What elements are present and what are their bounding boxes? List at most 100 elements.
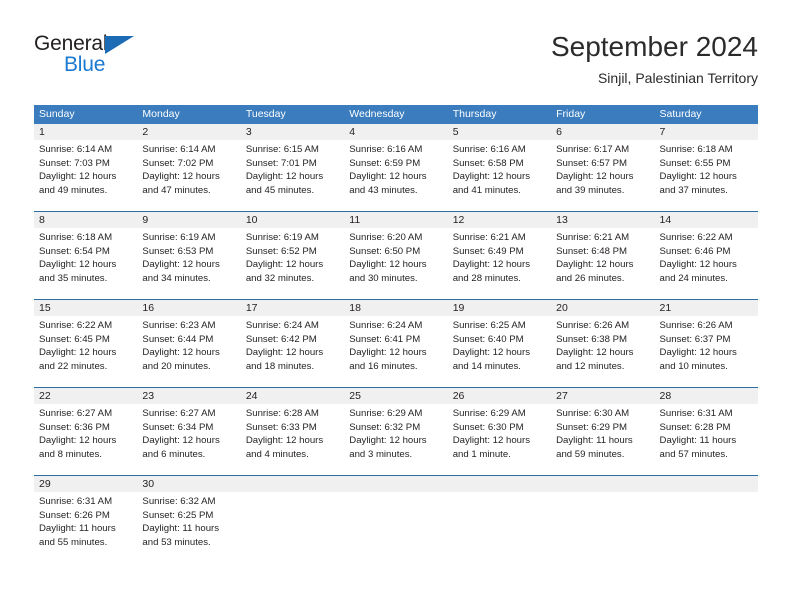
weekday-header-saturday: Saturday: [659, 108, 702, 120]
day-number: 24: [240, 388, 345, 404]
daylight-duration-line2: and 47 minutes.: [142, 184, 211, 196]
sunrise-time: Sunrise: 6:30 AM: [556, 408, 630, 419]
calendar-day-cell[interactable]: 30 Sunrise: 6:32 AM Sunset: 6:25 PM Dayligh…: [137, 476, 241, 563]
calendar-day-cell[interactable]: 10 Sunrise: 6:19 AM Sunset: 6:52 PM Dayligh…: [240, 212, 345, 299]
day-number: [654, 476, 758, 492]
day-number: 26: [447, 388, 552, 404]
day-details: Sunrise: 6:16 AM Sunset: 6:59 PM Daylight:…: [344, 140, 447, 211]
daylight-duration-line1: Daylight: 12 hours: [452, 171, 531, 182]
day-number: 18: [344, 300, 448, 316]
calendar-week-row: 8 Sunrise: 6:18 AM Sunset: 6:54 PM Daylight…: [34, 211, 758, 299]
day-number: 12: [447, 212, 552, 228]
day-number: 21: [654, 300, 758, 316]
day-number: 17: [240, 300, 345, 316]
calendar-day-cell[interactable]: 19 Sunrise: 6:25 AM Sunset: 6:40 PM Dayligh…: [447, 300, 552, 387]
day-number: 9: [137, 212, 241, 228]
daylight-duration-line2: and 59 minutes.: [556, 448, 625, 460]
calendar-day-cell[interactable]: 20 Sunrise: 6:26 AM Sunset: 6:38 PM Dayligh…: [551, 300, 655, 387]
sunrise-time: Sunrise: 6:24 AM: [245, 320, 319, 331]
page-subtitle: Sinjil, Palestinian Territory: [597, 70, 758, 86]
calendar-day-cell[interactable]: 11 Sunrise: 6:20 AM Sunset: 6:50 PM Dayligh…: [344, 212, 448, 299]
calendar-day-cell[interactable]: 4 Sunrise: 6:16 AM Sunset: 6:59 PM Daylight…: [344, 124, 448, 211]
calendar-day-cell[interactable]: 28 Sunrise: 6:31 AM Sunset: 6:28 PM Dayligh…: [654, 388, 758, 475]
day-number: 27: [551, 388, 655, 404]
calendar-day-cell[interactable]: 23 Sunrise: 6:27 AM Sunset: 6:34 PM Dayligh…: [137, 388, 241, 475]
calendar-day-cell[interactable]: 29 Sunrise: 6:31 AM Sunset: 6:26 PM Dayligh…: [34, 476, 138, 563]
sunset-time: Sunset: 6:50 PM: [349, 245, 421, 257]
day-details: Sunrise: 6:19 AM Sunset: 6:52 PM Daylight:…: [241, 228, 344, 299]
calendar-day-cell[interactable]: 3 Sunrise: 6:15 AM Sunset: 7:01 PM Daylight…: [240, 124, 345, 211]
day-number: 5: [447, 124, 552, 140]
day-details: Sunrise: 6:22 AM Sunset: 6:45 PM Daylight:…: [34, 316, 137, 387]
calendar-day-cell[interactable]: 17 Sunrise: 6:24 AM Sunset: 6:42 PM Dayligh…: [240, 300, 345, 387]
day-details: Sunrise: 6:31 AM Sunset: 6:26 PM Daylight:…: [34, 492, 137, 563]
day-number: 7: [654, 124, 758, 140]
day-details: Sunrise: 6:26 AM Sunset: 6:38 PM Daylight:…: [551, 316, 654, 387]
weekday-header-tuesday: Tuesday: [245, 108, 286, 120]
sunset-time: Sunset: 6:55 PM: [659, 157, 731, 169]
daylight-duration-line1: Daylight: 12 hours: [39, 259, 117, 270]
day-details: Sunrise: 6:19 AM Sunset: 6:53 PM Daylight:…: [137, 228, 240, 299]
logo-triangle-icon: [105, 36, 134, 54]
daylight-duration-line1: Daylight: 12 hours: [39, 435, 117, 446]
day-number: 23: [137, 388, 241, 404]
calendar-day-cell[interactable]: 2 Sunrise: 6:14 AM Sunset: 7:02 PM Daylight…: [137, 124, 241, 211]
day-details: Sunrise: 6:25 AM Sunset: 6:40 PM Daylight:…: [448, 316, 551, 387]
day-details: [551, 492, 654, 563]
sunset-time: Sunset: 7:03 PM: [39, 157, 110, 169]
day-number: 1: [34, 124, 138, 140]
daylight-duration-line2: and 55 minutes.: [39, 536, 108, 548]
daylight-duration-line2: and 28 minutes.: [452, 272, 521, 284]
sunset-time: Sunset: 6:30 PM: [452, 421, 524, 433]
day-details: Sunrise: 6:14 AM Sunset: 7:03 PM Daylight:…: [34, 140, 137, 211]
title-block: September 2024 Sinjil, Palestinian Terri…: [551, 30, 758, 88]
calendar-day-cell[interactable]: 16 Sunrise: 6:23 AM Sunset: 6:44 PM Dayligh…: [137, 300, 241, 387]
calendar-week-row: 22 Sunrise: 6:27 AM Sunset: 6:36 PM Dayligh…: [34, 387, 758, 475]
calendar-day-cell[interactable]: 8 Sunrise: 6:18 AM Sunset: 6:54 PM Daylight…: [34, 212, 138, 299]
calendar-day-cell[interactable]: 6 Sunrise: 6:17 AM Sunset: 6:57 PM Daylight…: [551, 124, 655, 211]
daylight-duration-line1: Daylight: 12 hours: [142, 347, 220, 358]
day-number: 19: [447, 300, 552, 316]
day-number: [551, 476, 655, 492]
calendar-day-cell[interactable]: 5 Sunrise: 6:16 AM Sunset: 6:58 PM Daylight…: [447, 124, 552, 211]
calendar-day-cell[interactable]: 9 Sunrise: 6:19 AM Sunset: 6:53 PM Daylight…: [137, 212, 241, 299]
day-details: [241, 492, 344, 563]
daylight-duration-line1: Daylight: 12 hours: [659, 347, 737, 358]
calendar-day-cell[interactable]: 13 Sunrise: 6:21 AM Sunset: 6:48 PM Dayligh…: [551, 212, 655, 299]
daylight-duration-line1: Daylight: 12 hours: [556, 347, 634, 358]
sunrise-time: Sunrise: 6:27 AM: [142, 408, 216, 419]
calendar-week-row: 15 Sunrise: 6:22 AM Sunset: 6:45 PM Dayligh…: [34, 299, 758, 387]
calendar-day-cell[interactable]: 21 Sunrise: 6:26 AM Sunset: 6:37 PM Dayligh…: [654, 300, 758, 387]
sunrise-time: Sunrise: 6:18 AM: [659, 144, 733, 155]
sunset-time: Sunset: 6:32 PM: [349, 421, 421, 433]
calendar-day-cell[interactable]: 14 Sunrise: 6:22 AM Sunset: 6:46 PM Dayligh…: [654, 212, 758, 299]
logo-word-blue: Blue: [64, 53, 106, 76]
calendar-day-cell-empty: [551, 476, 655, 563]
day-number: 3: [240, 124, 345, 140]
weekday-header-friday: Friday: [556, 108, 586, 120]
daylight-duration-line2: and 14 minutes.: [452, 360, 521, 372]
daylight-duration-line2: and 26 minutes.: [556, 272, 625, 284]
sunrise-time: Sunrise: 6:19 AM: [142, 232, 216, 243]
calendar-day-cell[interactable]: 1 Sunrise: 6:14 AM Sunset: 7:03 PM Daylight…: [34, 124, 138, 211]
weekday-header-sunday: Sunday: [39, 108, 75, 120]
calendar-day-cell[interactable]: 18 Sunrise: 6:24 AM Sunset: 6:41 PM Dayligh…: [344, 300, 448, 387]
day-details: Sunrise: 6:18 AM Sunset: 6:55 PM Daylight:…: [655, 140, 758, 211]
daylight-duration-line1: Daylight: 12 hours: [349, 435, 427, 446]
calendar-day-cell[interactable]: 25 Sunrise: 6:29 AM Sunset: 6:32 PM Dayligh…: [344, 388, 448, 475]
calendar-day-cell[interactable]: 26 Sunrise: 6:29 AM Sunset: 6:30 PM Dayligh…: [447, 388, 552, 475]
calendar-day-cell[interactable]: 12 Sunrise: 6:21 AM Sunset: 6:49 PM Dayligh…: [447, 212, 552, 299]
sunset-time: Sunset: 6:36 PM: [39, 421, 110, 433]
day-details: Sunrise: 6:26 AM Sunset: 6:37 PM Daylight:…: [655, 316, 758, 387]
sunrise-time: Sunrise: 6:21 AM: [556, 232, 630, 243]
calendar-day-cell[interactable]: 24 Sunrise: 6:28 AM Sunset: 6:33 PM Dayligh…: [240, 388, 345, 475]
sunset-time: Sunset: 6:40 PM: [452, 333, 524, 345]
calendar-day-cell[interactable]: 7 Sunrise: 6:18 AM Sunset: 6:55 PM Daylight…: [654, 124, 758, 211]
calendar-day-cell[interactable]: 27 Sunrise: 6:30 AM Sunset: 6:29 PM Dayligh…: [551, 388, 655, 475]
daylight-duration-line1: Daylight: 12 hours: [142, 435, 220, 446]
general-blue-logo[interactable]: General Blue: [34, 32, 174, 88]
calendar-day-cell[interactable]: 15 Sunrise: 6:22 AM Sunset: 6:45 PM Dayligh…: [34, 300, 138, 387]
sunrise-time: Sunrise: 6:31 AM: [659, 408, 733, 419]
day-number: 16: [137, 300, 241, 316]
calendar-day-cell[interactable]: 22 Sunrise: 6:27 AM Sunset: 6:36 PM Dayligh…: [34, 388, 138, 475]
